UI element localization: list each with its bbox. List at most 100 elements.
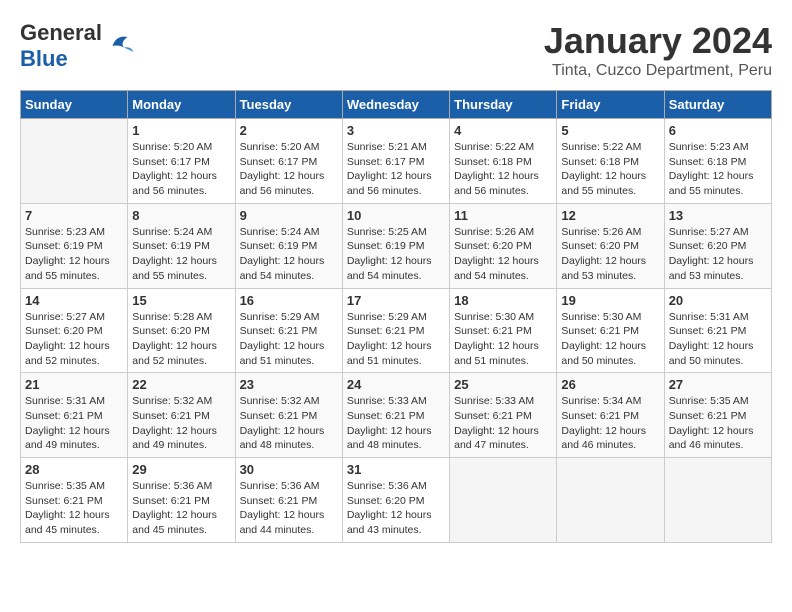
calendar-cell: 21 Sunrise: 5:31 AMSunset: 6:21 PMDayligh… [21,373,128,458]
calendar-cell: 12 Sunrise: 5:26 AMSunset: 6:20 PMDayligh… [557,203,664,288]
day-info: Sunrise: 5:25 AMSunset: 6:19 PMDaylight:… [347,225,445,284]
day-number: 14 [25,293,123,308]
day-info: Sunrise: 5:20 AMSunset: 6:17 PMDaylight:… [132,140,230,199]
day-info: Sunrise: 5:23 AMSunset: 6:18 PMDaylight:… [669,140,767,199]
header-cell-wednesday: Wednesday [342,91,449,119]
calendar-cell: 31Sunrise: 5:36 AMSunset: 6:20 PMDayligh… [342,458,449,543]
header-cell-sunday: Sunday [21,91,128,119]
day-number: 18 [454,293,552,308]
calendar-week-3: 14 Sunrise: 5:27 AMSunset: 6:20 PMDayligh… [21,288,772,373]
calendar-cell: 23Sunrise: 5:32 AMSunset: 6:21 PMDayligh… [235,373,342,458]
subtitle: Tinta, Cuzco Department, Peru [544,62,772,80]
day-number: 31 [347,462,445,477]
day-number: 25 [454,377,552,392]
day-number: 26 [561,377,659,392]
day-number: 27 [669,377,767,392]
day-number: 13 [669,208,767,223]
day-info: Sunrise: 5:24 AMSunset: 6:19 PMDaylight:… [132,225,230,284]
header-cell-monday: Monday [128,91,235,119]
day-number: 21 [25,377,123,392]
day-number: 29 [132,462,230,477]
day-number: 15 [132,293,230,308]
calendar-header: SundayMondayTuesdayWednesdayThursdayFrid… [21,91,772,119]
calendar-cell: 9 Sunrise: 5:24 AMSunset: 6:19 PMDaylight… [235,203,342,288]
logo: General Blue [20,20,135,72]
day-info: Sunrise: 5:27 AMSunset: 6:20 PMDaylight:… [25,310,123,369]
calendar-cell: 14 Sunrise: 5:27 AMSunset: 6:20 PMDayligh… [21,288,128,373]
calendar-week-5: 28Sunrise: 5:35 AMSunset: 6:21 PMDayligh… [21,458,772,543]
calendar-cell: 30 Sunrise: 5:36 AMSunset: 6:21 PMDayligh… [235,458,342,543]
day-info: Sunrise: 5:33 AMSunset: 6:21 PMDaylight:… [454,394,552,453]
day-number: 20 [669,293,767,308]
day-info: Sunrise: 5:21 AMSunset: 6:17 PMDaylight:… [347,140,445,199]
day-number: 10 [347,208,445,223]
calendar-body: 1 Sunrise: 5:20 AMSunset: 6:17 PMDaylight… [21,119,772,543]
day-number: 5 [561,123,659,138]
header-cell-saturday: Saturday [664,91,771,119]
day-number: 12 [561,208,659,223]
day-info: Sunrise: 5:29 AMSunset: 6:21 PMDaylight:… [347,310,445,369]
day-number: 30 [240,462,338,477]
day-number: 24 [347,377,445,392]
day-number: 6 [669,123,767,138]
day-number: 2 [240,123,338,138]
day-info: Sunrise: 5:23 AMSunset: 6:19 PMDaylight:… [25,225,123,284]
day-info: Sunrise: 5:32 AMSunset: 6:21 PMDaylight:… [132,394,230,453]
calendar-cell: 27 Sunrise: 5:35 AMSunset: 6:21 PMDayligh… [664,373,771,458]
day-info: Sunrise: 5:31 AMSunset: 6:21 PMDaylight:… [669,310,767,369]
calendar-cell [21,119,128,204]
day-info: Sunrise: 5:36 AMSunset: 6:21 PMDaylight:… [240,479,338,538]
title-area: January 2024 Tinta, Cuzco Department, Pe… [544,20,772,80]
day-info: Sunrise: 5:30 AMSunset: 6:21 PMDaylight:… [561,310,659,369]
calendar-cell: 19 Sunrise: 5:30 AMSunset: 6:21 PMDayligh… [557,288,664,373]
calendar-cell: 28Sunrise: 5:35 AMSunset: 6:21 PMDayligh… [21,458,128,543]
calendar-cell: 7 Sunrise: 5:23 AMSunset: 6:19 PMDaylight… [21,203,128,288]
page-header: General Blue January 2024 Tinta, Cuzco D… [20,20,772,80]
day-number: 17 [347,293,445,308]
logo-blue: Blue [20,46,68,71]
day-number: 22 [132,377,230,392]
calendar-week-2: 7 Sunrise: 5:23 AMSunset: 6:19 PMDaylight… [21,203,772,288]
day-info: Sunrise: 5:28 AMSunset: 6:20 PMDaylight:… [132,310,230,369]
day-info: Sunrise: 5:33 AMSunset: 6:21 PMDaylight:… [347,394,445,453]
day-number: 1 [132,123,230,138]
logo-general: General [20,20,102,45]
calendar-cell: 13Sunrise: 5:27 AMSunset: 6:20 PMDayligh… [664,203,771,288]
logo-bird-icon [105,31,135,61]
day-number: 8 [132,208,230,223]
calendar-table: SundayMondayTuesdayWednesdayThursdayFrid… [20,90,772,543]
calendar-week-1: 1 Sunrise: 5:20 AMSunset: 6:17 PMDaylight… [21,119,772,204]
day-info: Sunrise: 5:26 AMSunset: 6:20 PMDaylight:… [454,225,552,284]
day-number: 16 [240,293,338,308]
calendar-cell: 1 Sunrise: 5:20 AMSunset: 6:17 PMDaylight… [128,119,235,204]
day-info: Sunrise: 5:20 AMSunset: 6:17 PMDaylight:… [240,140,338,199]
day-number: 19 [561,293,659,308]
calendar-cell: 26 Sunrise: 5:34 AMSunset: 6:21 PMDayligh… [557,373,664,458]
calendar-cell [557,458,664,543]
calendar-cell: 11 Sunrise: 5:26 AMSunset: 6:20 PMDayligh… [450,203,557,288]
day-number: 11 [454,208,552,223]
logo-text: General Blue [20,20,102,72]
header-cell-thursday: Thursday [450,91,557,119]
day-number: 9 [240,208,338,223]
day-info: Sunrise: 5:26 AMSunset: 6:20 PMDaylight:… [561,225,659,284]
calendar-cell: 16 Sunrise: 5:29 AMSunset: 6:21 PMDayligh… [235,288,342,373]
day-info: Sunrise: 5:30 AMSunset: 6:21 PMDaylight:… [454,310,552,369]
calendar-cell: 25 Sunrise: 5:33 AMSunset: 6:21 PMDayligh… [450,373,557,458]
calendar-cell: 24 Sunrise: 5:33 AMSunset: 6:21 PMDayligh… [342,373,449,458]
calendar-cell: 15 Sunrise: 5:28 AMSunset: 6:20 PMDayligh… [128,288,235,373]
day-info: Sunrise: 5:34 AMSunset: 6:21 PMDaylight:… [561,394,659,453]
day-info: Sunrise: 5:22 AMSunset: 6:18 PMDaylight:… [454,140,552,199]
day-info: Sunrise: 5:22 AMSunset: 6:18 PMDaylight:… [561,140,659,199]
calendar-cell: 29Sunrise: 5:36 AMSunset: 6:21 PMDayligh… [128,458,235,543]
day-info: Sunrise: 5:24 AMSunset: 6:19 PMDaylight:… [240,225,338,284]
day-info: Sunrise: 5:35 AMSunset: 6:21 PMDaylight:… [669,394,767,453]
header-row: SundayMondayTuesdayWednesdayThursdayFrid… [21,91,772,119]
day-number: 7 [25,208,123,223]
calendar-cell: 22 Sunrise: 5:32 AMSunset: 6:21 PMDayligh… [128,373,235,458]
day-info: Sunrise: 5:29 AMSunset: 6:21 PMDaylight:… [240,310,338,369]
main-title: January 2024 [544,20,772,62]
calendar-cell: 8 Sunrise: 5:24 AMSunset: 6:19 PMDaylight… [128,203,235,288]
day-info: Sunrise: 5:31 AMSunset: 6:21 PMDaylight:… [25,394,123,453]
calendar-cell: 10 Sunrise: 5:25 AMSunset: 6:19 PMDayligh… [342,203,449,288]
